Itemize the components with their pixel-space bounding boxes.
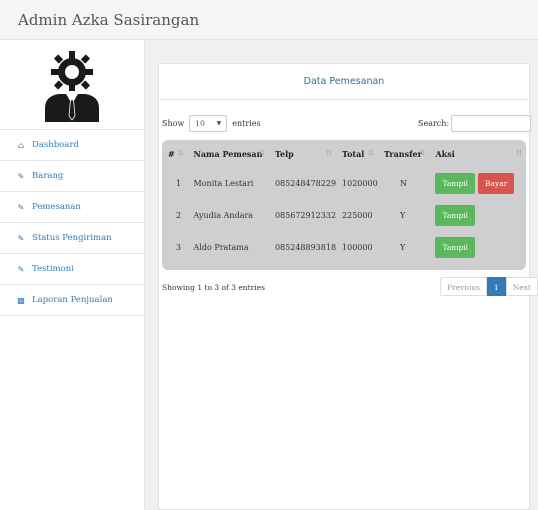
table-header-row: # ⇅ Nama Pemesan ⇅ Telp ⇅ Total ⇅ Transfer ⇅ … — [162, 140, 526, 167]
orders-table-container: # ⇅ Nama Pemesan ⇅ Telp ⇅ Total ⇅ Transfer ⇅ … — [162, 140, 526, 270]
sidebar-item-pemesanan[interactable]: ✎ Pemesanan — [0, 192, 144, 223]
column-header-telp[interactable]: Telp ⇅ — [269, 140, 336, 167]
cell-nama: Monita Lestari — [193, 178, 254, 188]
table-row: 1 Monita Lestari 085248478229 1020000 N … — [162, 167, 526, 199]
sort-icon: ⇅ — [516, 149, 522, 157]
avatar-container — [0, 40, 144, 130]
cell-telp: 085248478229 — [274, 178, 337, 188]
column-header-aksi[interactable]: Aksi ⇅ — [429, 140, 526, 167]
edit-icon: ✎ — [17, 202, 25, 212]
brand-title[interactable]: Admin Azka Sasirangan — [18, 11, 199, 29]
edit-icon: ✎ — [17, 233, 25, 243]
cell-aksi: Tampil — [429, 231, 526, 263]
sidebar-item-barang[interactable]: ✎ Barang — [0, 161, 144, 192]
column-header-nama[interactable]: Nama Pemesan ⇅ — [188, 140, 269, 167]
tampil-button[interactable]: Tampil — [435, 204, 476, 226]
table-info: Showing 1 to 3 of 3 entries — [162, 283, 265, 292]
sidebar-item-laporan-penjualan[interactable]: ▩ Laporan Penjualan — [0, 285, 144, 316]
search-label: Search: — [418, 119, 450, 128]
table-row: 2 Ayudia Andara 085672912332 225000 Y Ta… — [162, 199, 526, 231]
entries-select-value: 10 — [195, 119, 205, 128]
cell-total: 100000 — [342, 242, 373, 252]
sidebar-item-testimoni[interactable]: ✎ Testimoni — [0, 254, 144, 285]
table-row: 3 Aldo Pratama 085248893818 100000 Y Tam… — [162, 231, 526, 263]
next-button[interactable]: Next — [505, 277, 538, 296]
pagination: Previous 1 Next — [440, 277, 538, 296]
sidebar-item-label: Testimoni — [32, 264, 74, 274]
sidebar-item-label: Dashboard — [32, 140, 79, 150]
cell-aksi: Tampil — [429, 199, 526, 231]
cell-aksi: Tampil Bayar — [429, 167, 526, 199]
sort-icon: ⇅ — [368, 149, 374, 157]
previous-button[interactable]: Previous — [440, 277, 487, 296]
tampil-button[interactable]: Tampil — [435, 172, 476, 194]
page-1-button[interactable]: 1 — [486, 277, 506, 296]
cell-telp: 085672912332 — [274, 210, 337, 220]
cell-transfer: Y — [400, 242, 406, 252]
admin-avatar-icon — [45, 50, 99, 122]
sort-icon: ⇅ — [177, 149, 184, 157]
sidebar-item-status-pengiriman[interactable]: ✎ Status Pengiriman — [0, 223, 144, 254]
sort-icon: ⇅ — [419, 149, 426, 157]
column-header-transfer[interactable]: Transfer ⇅ — [378, 140, 429, 167]
entries-length-control: Show 10 ▼ entries — [162, 115, 261, 132]
cell-transfer: Y — [400, 210, 406, 220]
sidebar-item-label: Pemesanan — [32, 202, 81, 212]
edit-icon: ✎ — [17, 264, 25, 274]
entries-label: entries — [232, 119, 261, 128]
tampil-button[interactable]: Tampil — [435, 236, 476, 258]
show-label: Show — [162, 119, 185, 128]
cell-total: 1020000 — [342, 178, 378, 188]
sidebar: ⌂ Dashboard ✎ Barang ✎ Pemesanan ✎ Statu… — [0, 40, 145, 510]
cell-telp: 085248893818 — [274, 242, 337, 252]
sort-icon: ⇅ — [259, 149, 265, 157]
sidebar-item-dashboard[interactable]: ⌂ Dashboard — [0, 130, 144, 161]
sort-icon: ⇅ — [326, 149, 333, 157]
cell-nama: Ayudia Andara — [193, 210, 254, 220]
bayar-button[interactable]: Bayar — [478, 172, 515, 194]
orders-table: # ⇅ Nama Pemesan ⇅ Telp ⇅ Total ⇅ Transfer ⇅ … — [162, 140, 526, 263]
column-header-no[interactable]: # ⇅ — [162, 140, 188, 167]
cell-no: 1 — [176, 178, 182, 188]
sidebar-item-label: Barang — [32, 171, 64, 181]
bar-chart-icon: ▩ — [17, 295, 25, 305]
home-icon: ⌂ — [17, 140, 25, 150]
entries-select[interactable]: 10 ▼ — [189, 115, 228, 132]
cell-transfer: N — [400, 178, 407, 188]
cell-no: 3 — [176, 242, 182, 252]
sidebar-item-label: Status Pengiriman — [32, 233, 112, 243]
search-control: Search: — [418, 115, 532, 132]
cell-total: 225000 — [342, 210, 373, 220]
column-header-total[interactable]: Total ⇅ — [336, 140, 378, 167]
search-input[interactable] — [451, 115, 532, 132]
sidebar-item-label: Laporan Penjualan — [32, 295, 113, 305]
cell-no: 2 — [176, 210, 182, 220]
chevron-down-icon: ▼ — [216, 120, 222, 127]
panel-title: Data Pemesanan — [159, 64, 529, 100]
edit-icon: ✎ — [17, 171, 25, 181]
top-navbar: Admin Azka Sasirangan — [0, 0, 538, 40]
cell-nama: Aldo Pratama — [193, 242, 249, 252]
